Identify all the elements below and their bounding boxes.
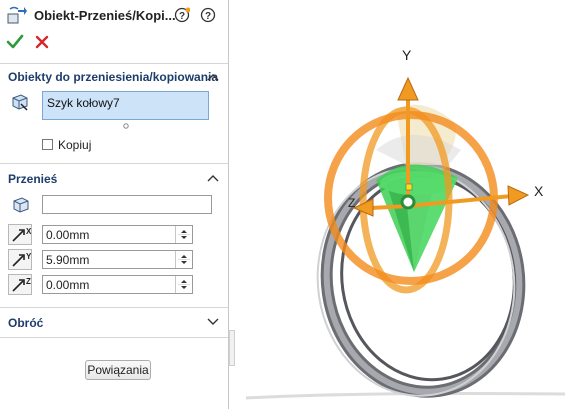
bodies-section-title[interactable]: Obiekty do przeniesienia/kopiowania [8,70,218,84]
help-plus-icon[interactable]: ? [174,7,190,23]
resize-handle-icon[interactable] [123,123,129,129]
bodies-selection-box[interactable]: Szyk kołowy7 [42,91,209,120]
cancel-button[interactable] [34,34,50,50]
help-icon[interactable]: ? [200,7,216,23]
delta-z-spinner[interactable] [175,276,192,293]
delta-y-icon: Y [8,249,32,270]
vertex-reference-icon [13,197,29,213]
property-manager-panel: Obiekt-Przenieś/Kopi... ? ? Obiekty do p… [0,0,228,409]
axis-x-label: X [534,183,544,199]
section-divider [0,63,228,64]
section-divider [0,307,228,308]
svg-text:?: ? [205,11,211,22]
delta-x-input[interactable]: 0.00mm [42,225,193,244]
delta-y-spinner[interactable] [175,251,192,268]
delta-x-spinner[interactable] [175,226,192,243]
delta-x-icon: X [8,224,32,245]
constraints-button[interactable]: Powiązania [85,360,151,380]
delta-z-icon: Z [8,274,32,295]
copy-checkbox[interactable] [42,139,53,150]
delta-y-value: 5.90mm [46,253,90,267]
reference-entity-field[interactable] [42,195,212,214]
ok-button[interactable] [6,34,24,50]
delta-z-input[interactable]: 0.00mm [42,275,193,294]
model-view[interactable] [236,0,565,409]
axis-z-label: Z [348,196,356,210]
axis-y-label: Y [402,47,412,63]
copy-checkbox-label[interactable]: Kopiuj [58,138,91,152]
svg-text:?: ? [179,11,185,22]
svg-text:Y: Y [26,252,31,261]
svg-text:Z: Z [26,277,31,286]
delta-x-value: 0.00mm [46,228,90,242]
chevron-down-icon[interactable] [207,318,219,326]
panel-title: Obiekt-Przenieś/Kopi... [34,8,176,23]
chevron-up-icon[interactable] [207,174,219,182]
title-bar: Obiekt-Przenieś/Kopi... ? ? [6,6,224,26]
delta-y-input[interactable]: 5.90mm [42,250,193,269]
rotate-section-title[interactable]: Obróć [8,316,43,330]
selected-body-item[interactable]: Szyk kołowy7 [47,96,120,110]
graphics-viewport[interactable]: Y X Z [236,0,565,409]
chevron-up-icon[interactable] [207,73,219,81]
panel-splitter-handle[interactable] [229,330,235,366]
delta-z-value: 0.00mm [46,278,90,292]
svg-text:X: X [26,227,31,236]
section-divider [0,337,228,338]
move-copy-body-icon [7,6,27,24]
translate-section-title[interactable]: Przenieś [8,172,57,186]
section-divider [0,163,228,164]
body-selection-icon [12,94,28,111]
